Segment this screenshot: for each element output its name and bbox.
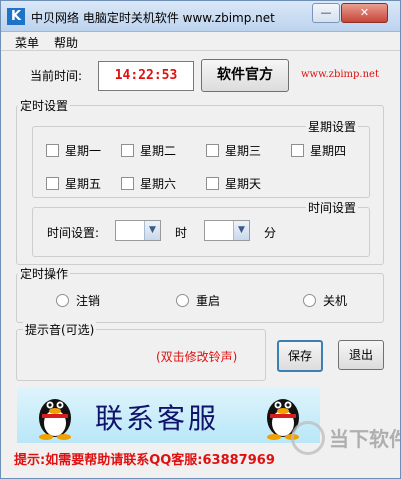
checkbox-label: 星期六 [140,177,177,191]
radio-label: 重启 [196,294,221,308]
minute-select[interactable]: ▼ [204,220,250,241]
radio-circle[interactable] [303,294,316,307]
exit-button[interactable]: 退出 [338,340,384,370]
save-button[interactable]: 保存 [277,340,323,372]
checkbox-sunday[interactable]: 星期天 [206,175,261,192]
footer-tip: 提示:如需要帮助请联系QQ客服:63887969 [14,453,275,468]
checkbox-label: 星期二 [140,144,177,158]
chevron-down-icon[interactable]: ▼ [233,221,249,240]
title-bar[interactable]: K 中贝网络 电脑定时关机软件 www.zbimp.net — ✕ [1,1,400,32]
checkbox-box[interactable] [291,144,304,157]
time-group-title: 时间设置 [306,199,359,216]
sound-group-title: 提示音(可选) [23,321,97,338]
timer-settings-title: 定时设置 [18,97,71,114]
action-group-title: 定时操作 [18,265,71,282]
contact-banner[interactable]: 联系客服 [17,387,320,443]
checkbox-box[interactable] [206,177,219,190]
current-time-label: 当前时间: [30,69,83,83]
checkbox-label: 星期三 [225,144,262,158]
watermark-text: 当下软件园 [329,427,400,451]
checkbox-box[interactable] [121,177,134,190]
checkbox-monday[interactable]: 星期一 [46,142,101,159]
checkbox-friday[interactable]: 星期五 [46,175,101,192]
checkbox-label: 星期四 [310,144,347,158]
menu-bar: 菜单 帮助 [1,32,400,51]
window-title: 中贝网络 电脑定时关机软件 www.zbimp.net [31,11,275,25]
radio-circle[interactable] [176,294,189,307]
website-link[interactable]: www.zbimp.net [301,69,379,80]
radio-circle[interactable] [56,294,69,307]
minimize-button[interactable]: — [312,3,340,23]
watermark: 当下软件园 [291,421,400,455]
sound-hint[interactable]: (双击修改铃声) [156,348,237,365]
app-logo-icon: K [7,8,25,25]
watermark-logo-icon [291,421,325,455]
checkbox-wednesday[interactable]: 星期三 [206,142,261,159]
checkbox-box[interactable] [46,144,59,157]
menu-item-help[interactable]: 帮助 [54,34,78,51]
checkbox-label: 星期五 [65,177,102,191]
checkbox-tuesday[interactable]: 星期二 [121,142,176,159]
official-site-button[interactable]: 软件官方 [201,59,289,92]
checkbox-box[interactable] [46,177,59,190]
hour-select[interactable]: ▼ [115,220,161,241]
checkbox-label: 星期天 [225,177,262,191]
hour-unit-label: 时 [175,226,188,240]
weekday-group-title: 星期设置 [306,118,359,135]
checkbox-box[interactable] [206,144,219,157]
penguin-icon [39,399,71,440]
radio-label: 注销 [76,294,101,308]
banner-text: 联系客服 [95,402,220,435]
minute-unit-label: 分 [264,226,277,240]
radio-restart[interactable]: 重启 [176,292,220,309]
checkbox-box[interactable] [121,144,134,157]
time-setting-label: 时间设置: [47,226,100,240]
checkbox-thursday[interactable]: 星期四 [291,142,346,159]
close-button[interactable]: ✕ [341,3,388,23]
checkbox-saturday[interactable]: 星期六 [121,175,176,192]
app-window: K 中贝网络 电脑定时关机软件 www.zbimp.net — ✕ 菜单 帮助 … [0,0,401,479]
radio-label: 关机 [323,294,348,308]
radio-shutdown[interactable]: 关机 [303,292,347,309]
radio-logoff[interactable]: 注销 [56,292,100,309]
current-time-display: 14:22:53 [98,61,194,91]
checkbox-label: 星期一 [65,144,102,158]
menu-item-menu[interactable]: 菜单 [15,34,39,51]
chevron-down-icon[interactable]: ▼ [144,221,160,240]
